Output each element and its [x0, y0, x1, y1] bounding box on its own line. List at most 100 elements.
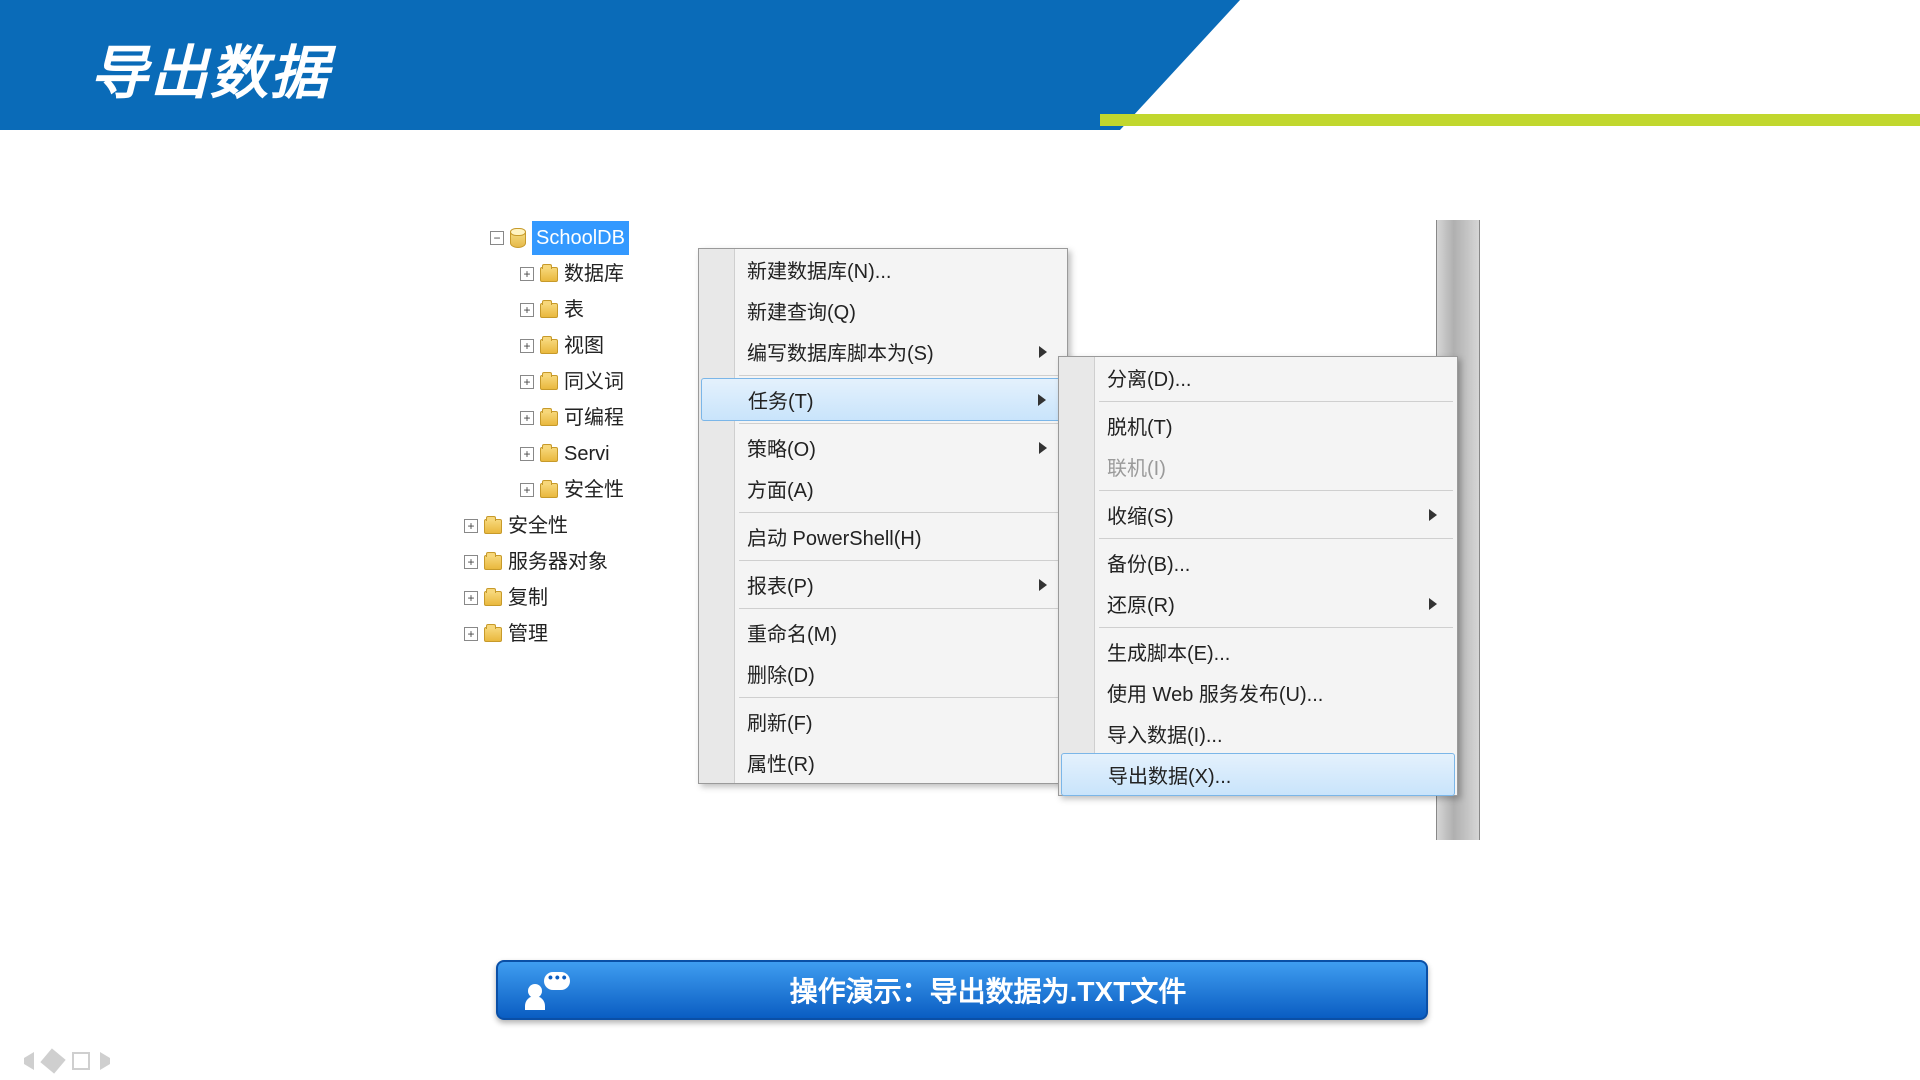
- menu-separator: [1099, 401, 1453, 402]
- menu-item[interactable]: 新建数据库(N)...: [699, 249, 1067, 290]
- expand-icon[interactable]: +: [520, 411, 534, 425]
- expand-icon[interactable]: +: [464, 591, 478, 605]
- menu-separator: [1099, 490, 1453, 491]
- expand-icon[interactable]: +: [464, 519, 478, 533]
- menu-item[interactable]: 删除(D): [699, 653, 1067, 694]
- folder-icon: [540, 483, 558, 498]
- menu-item: 联机(I): [1059, 446, 1457, 487]
- menu-item[interactable]: 编写数据库脚本为(S): [699, 331, 1067, 372]
- demo-caption-text: 操作演示：导出数据为.TXT文件: [590, 970, 1426, 1010]
- expand-icon[interactable]: +: [464, 627, 478, 641]
- tree-label: 表: [564, 293, 584, 327]
- tree-node[interactable]: + 管理: [460, 616, 633, 652]
- chevron-right-icon: [1429, 598, 1437, 610]
- chevron-right-icon: [1039, 442, 1047, 454]
- tree-node[interactable]: +复制: [460, 580, 633, 616]
- folder-icon: [484, 555, 502, 570]
- menu-item[interactable]: 备份(B)...: [1059, 542, 1457, 583]
- slide-title: 导出数据: [90, 26, 330, 110]
- menu-item-label: 策略(O): [747, 433, 816, 462]
- menu-item-label: 启动 PowerShell(H): [747, 522, 921, 551]
- tree-node[interactable]: + 服务器对象: [460, 544, 633, 580]
- menu-item[interactable]: 刷新(F): [699, 701, 1067, 742]
- expand-icon[interactable]: +: [520, 339, 534, 353]
- menu-separator: [1099, 627, 1453, 628]
- menu-item[interactable]: 使用 Web 服务发布(U)...: [1059, 672, 1457, 713]
- tree-node[interactable]: +Servi: [460, 436, 633, 472]
- menu-item[interactable]: 还原(R): [1059, 583, 1457, 624]
- menu-item[interactable]: 分离(D)...: [1059, 357, 1457, 398]
- menu-item[interactable]: 新建查询(Q): [699, 290, 1067, 331]
- expand-icon[interactable]: +: [520, 303, 534, 317]
- tree-label: 服务器对象: [508, 545, 608, 579]
- tree-label: 安全性: [508, 509, 568, 543]
- menu-item-label: 属性(R): [747, 748, 815, 777]
- prev-slide-icon[interactable]: [16, 1052, 34, 1070]
- menu-item[interactable]: 方面(A): [699, 468, 1067, 509]
- menu-item[interactable]: 任务(T): [701, 378, 1065, 421]
- menu-item-label: 生成脚本(E)...: [1107, 637, 1230, 666]
- menu-item-label: 删除(D): [747, 659, 815, 688]
- chevron-right-icon: [1038, 394, 1046, 406]
- folder-icon: [540, 303, 558, 318]
- menu-item[interactable]: 收缩(S): [1059, 494, 1457, 535]
- menu-item[interactable]: 脱机(T): [1059, 405, 1457, 446]
- collapse-icon[interactable]: −: [490, 231, 504, 245]
- screen-icon[interactable]: [72, 1052, 90, 1070]
- menu-item-label: 方面(A): [747, 474, 814, 503]
- menu-item-label: 新建查询(Q): [747, 296, 856, 325]
- tree-node-schooldb[interactable]: − SchoolDB: [460, 220, 633, 256]
- tree-label: 安全性: [564, 473, 624, 507]
- folder-icon: [484, 627, 502, 642]
- menu-separator: [739, 697, 1063, 698]
- folder-icon: [540, 375, 558, 390]
- menu-item-label: 编写数据库脚本为(S): [747, 337, 934, 366]
- context-menu[interactable]: 新建数据库(N)... 新建查询(Q) 编写数据库脚本为(S) 任务(T) 策略(O) 方…: [698, 248, 1068, 784]
- menu-item-label: 报表(P): [747, 570, 814, 599]
- menu-separator: [739, 423, 1063, 424]
- pen-icon[interactable]: [40, 1048, 65, 1073]
- menu-item[interactable]: 重命名(M): [699, 612, 1067, 653]
- expand-icon[interactable]: +: [520, 375, 534, 389]
- menu-item[interactable]: 策略(O): [699, 427, 1067, 468]
- next-slide-icon[interactable]: [100, 1052, 118, 1070]
- menu-item[interactable]: 导入数据(I)...: [1059, 713, 1457, 754]
- tree-node[interactable]: + 数据库: [460, 256, 633, 292]
- database-icon: [510, 228, 526, 248]
- expand-icon[interactable]: +: [520, 483, 534, 497]
- menu-item[interactable]: 生成脚本(E)...: [1059, 631, 1457, 672]
- tasks-submenu[interactable]: 分离(D)... 脱机(T) 联机(I) 收缩(S) 备份(B)... 还原(R) 生成脚本…: [1058, 356, 1458, 796]
- expand-icon[interactable]: +: [464, 555, 478, 569]
- tree-node[interactable]: + 安全性: [460, 508, 633, 544]
- expand-icon[interactable]: +: [520, 447, 534, 461]
- tree-label: 可编程: [564, 401, 624, 435]
- tree-node[interactable]: +同义词: [460, 364, 633, 400]
- menu-item-label: 任务(T): [748, 385, 814, 414]
- tree-node[interactable]: + 安全性: [460, 472, 633, 508]
- tree-label: SchoolDB: [532, 221, 629, 255]
- menu-item-label: 收缩(S): [1107, 500, 1174, 529]
- tree-node[interactable]: + 视图: [460, 328, 633, 364]
- tree-label: 管理: [508, 617, 548, 651]
- demo-caption-bar: 操作演示：导出数据为.TXT文件: [496, 960, 1428, 1020]
- menu-item[interactable]: 属性(R): [699, 742, 1067, 783]
- menu-item[interactable]: 启动 PowerShell(H): [699, 516, 1067, 557]
- tree-node[interactable]: +表: [460, 292, 633, 328]
- menu-item-label: 脱机(T): [1107, 411, 1173, 440]
- menu-separator: [1099, 538, 1453, 539]
- menu-item[interactable]: 报表(P): [699, 564, 1067, 605]
- menu-item[interactable]: 导出数据(X)...: [1061, 753, 1455, 796]
- menu-item-label: 还原(R): [1107, 589, 1175, 618]
- folder-icon: [484, 591, 502, 606]
- folder-icon: [540, 411, 558, 426]
- tree-node[interactable]: + 可编程: [460, 400, 633, 436]
- folder-icon: [540, 339, 558, 354]
- tree-label: 视图: [564, 329, 604, 363]
- menu-item-label: 分离(D)...: [1107, 363, 1191, 392]
- tree-label: 数据库: [564, 257, 624, 291]
- object-explorer-tree[interactable]: − SchoolDB +数据库+表+视图+同义词+可编程+Servi+安全性 +…: [460, 220, 633, 652]
- app-screenshot: − SchoolDB +数据库+表+视图+同义词+可编程+Servi+安全性 +…: [460, 220, 1480, 860]
- expand-icon[interactable]: +: [520, 267, 534, 281]
- menu-item-label: 备份(B)...: [1107, 548, 1190, 577]
- slide-nav-hints[interactable]: [16, 1052, 118, 1070]
